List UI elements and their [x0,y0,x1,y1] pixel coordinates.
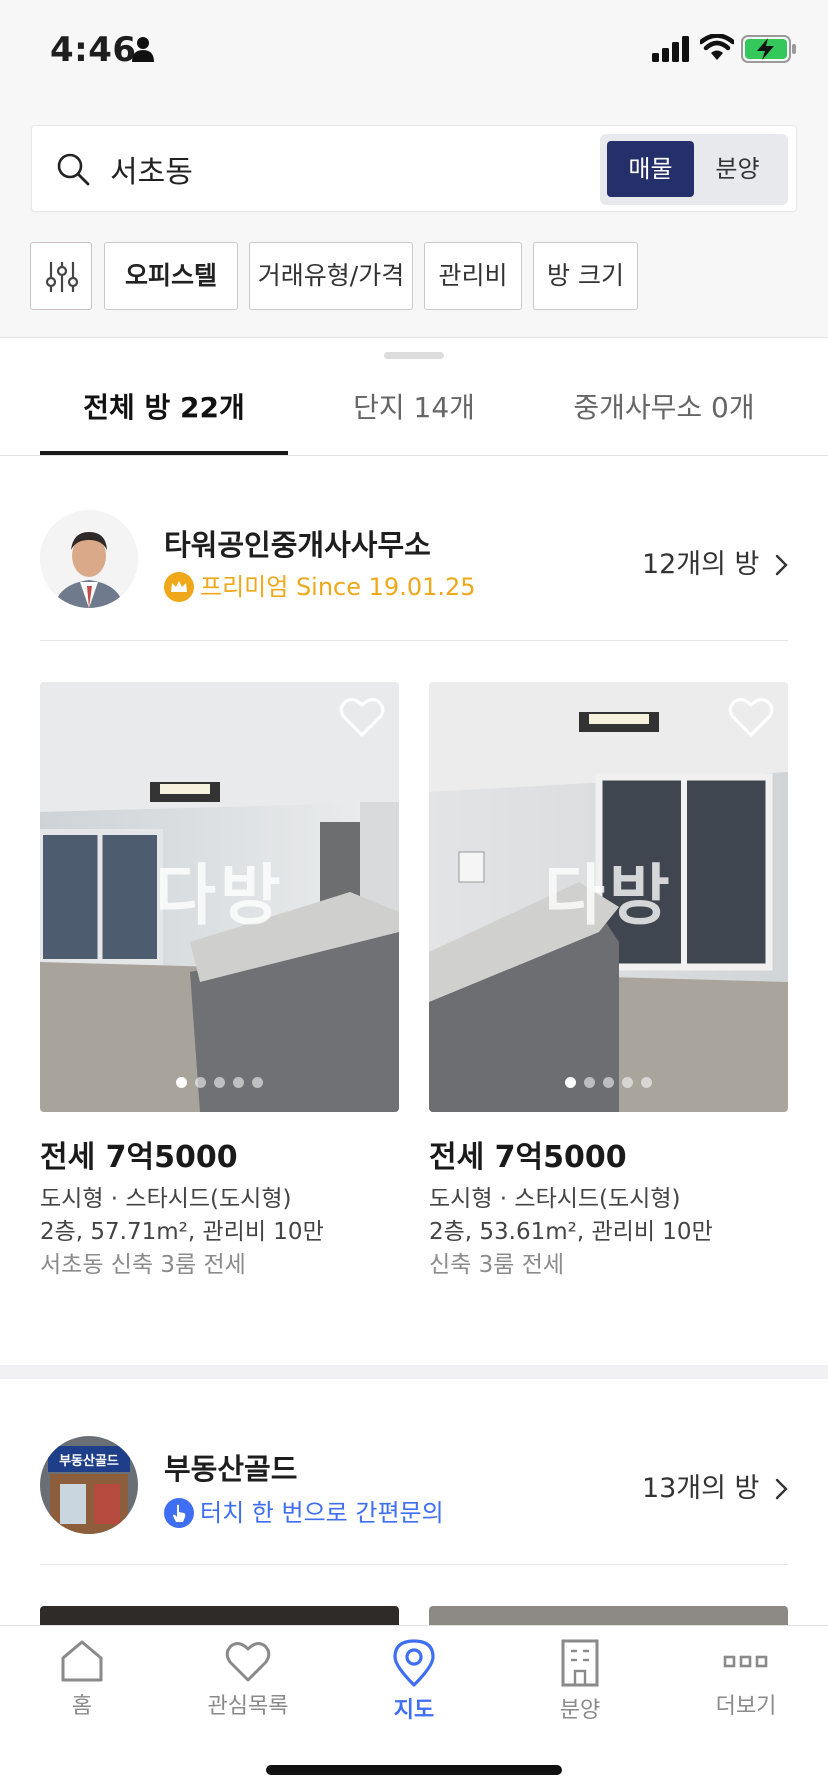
page-dot [252,1077,263,1088]
listing-card[interactable]: 다방 전세 7억5000 도시형 · 스타시드(도시형) 2층, 57.71m²… [40,682,399,1282]
battery-charging-icon [741,35,796,63]
filter-maintenance-fee[interactable]: 관리비 [424,242,522,310]
nav-map-label: 지도 [393,1698,435,1723]
page-dot [584,1077,595,1088]
room-count-label: 13개의 방 [641,1473,760,1504]
premium-badge: 프리미엄 Since 19.01.25 [164,567,476,602]
agent-room-count-link[interactable]: 12개의 방 [642,542,788,581]
sliders-icon [45,262,79,292]
dabang-watermark: 다방 [155,857,285,934]
premium-since-text: 프리미엄 Since 19.01.25 [200,573,476,601]
search-filter-area: 서초동 매물 분양 오피스텔 거래유형/가격 관리비 방 크기 [0,100,828,338]
page-dot [565,1077,576,1088]
listing-description: 신축 3룸 전세 [429,1252,565,1278]
page-dot [622,1077,633,1088]
more-icon [723,1655,768,1668]
photo-page-dots [429,1073,788,1092]
tab-brokerages[interactable]: 중개사무소 0개 [540,386,788,456]
filter-settings-button[interactable] [30,242,92,310]
search-query[interactable]: 서초동 [110,147,193,191]
dabang-watermark: 다방 [544,857,674,934]
listing-photo[interactable]: 다방 [429,682,788,1112]
chevron-right-icon [775,554,788,576]
heart-icon [225,1642,271,1682]
chevron-right-icon [775,1478,788,1500]
quick-inquiry-text: 터치 한 번으로 간편문의 [200,1499,444,1527]
quick-inquiry-link[interactable]: 터치 한 번으로 간편문의 [164,1493,444,1528]
agent-divider [40,1564,788,1565]
search-bar[interactable]: 서초동 매물 분양 [31,125,797,212]
search-icon [57,153,90,186]
tap-hand-icon [164,1498,194,1528]
nav-map[interactable]: 지도 [344,1638,484,1738]
listing-detail: 2층, 57.71m², 관리비 10만 [40,1219,324,1245]
filter-room-size[interactable]: 방 크기 [533,242,638,310]
filter-deal-type-price[interactable]: 거래유형/가격 [249,242,413,310]
listing-description: 서초동 신축 3룸 전세 [40,1252,246,1278]
nav-more-label: 더보기 [715,1694,777,1719]
room-count-label: 12개의 방 [641,549,760,580]
tabs-divider [0,455,828,456]
listing-photo[interactable]: 다방 [40,682,399,1112]
tab-complexes[interactable]: 단지 14개 [300,386,528,456]
page-dot [641,1077,652,1088]
cellular-signal-icon [652,36,689,62]
agent-name[interactable]: 부동산골드 [164,1446,297,1488]
home-icon [61,1640,103,1682]
sheet-drag-handle[interactable] [384,352,444,359]
nav-favorites-label: 관심목록 [207,1694,289,1719]
nav-favorites[interactable]: 관심목록 [178,1638,318,1738]
agent-room-count-link[interactable]: 13개의 방 [642,1466,788,1505]
favorite-heart-icon[interactable] [728,696,774,738]
mode-presale-button[interactable]: 분양 [694,141,781,197]
nav-home-label: 홈 [71,1694,93,1719]
person-icon [132,37,154,62]
listing-card[interactable]: 다방 전세 7억5000 도시형 · 스타시드(도시형) 2층, 53.61m²… [429,682,788,1282]
nav-home[interactable]: 홈 [12,1638,152,1738]
agent-avatar[interactable] [40,510,138,608]
page-dot [603,1077,614,1088]
agent-portrait-photo [40,510,138,608]
listing-price: 전세 7억5000 [429,1140,627,1175]
nav-presale-label: 분양 [559,1698,601,1723]
wifi-icon [700,34,734,60]
status-bar: 4:46 [0,0,828,100]
tab-all-rooms[interactable]: 전체 방 22개 [40,386,288,456]
nav-presale[interactable]: 분양 [510,1638,650,1738]
listing-price: 전세 7억5000 [40,1140,238,1175]
agent-avatar[interactable]: 부동산골드 [40,1436,138,1534]
storefront-sign-text: 부동산골드 [59,1454,119,1469]
page-dot [214,1077,225,1088]
status-time: 4:46 [50,30,137,70]
mode-listings-button[interactable]: 매물 [607,141,694,197]
photo-page-dots [40,1073,399,1092]
agent-divider [40,640,788,641]
filter-officetel[interactable]: 오피스텔 [104,242,238,310]
crown-icon [164,572,194,602]
home-indicator[interactable] [266,1765,562,1775]
listing-type: 도시형 · 스타시드(도시형) [429,1186,681,1212]
section-gap [0,1365,828,1379]
nav-more[interactable]: 더보기 [676,1638,816,1738]
page-dot [233,1077,244,1088]
favorite-heart-icon[interactable] [339,696,385,738]
listing-mode-toggle: 매물 분양 [600,134,788,205]
agent-name[interactable]: 타워공인중개사사무소 [164,522,431,564]
listing-type: 도시형 · 스타시드(도시형) [40,1186,292,1212]
building-icon [561,1639,599,1687]
page-dot [195,1077,206,1088]
page-dot [176,1077,187,1088]
listing-detail: 2층, 53.61m², 관리비 10만 [429,1219,713,1245]
map-pin-icon [393,1639,435,1687]
